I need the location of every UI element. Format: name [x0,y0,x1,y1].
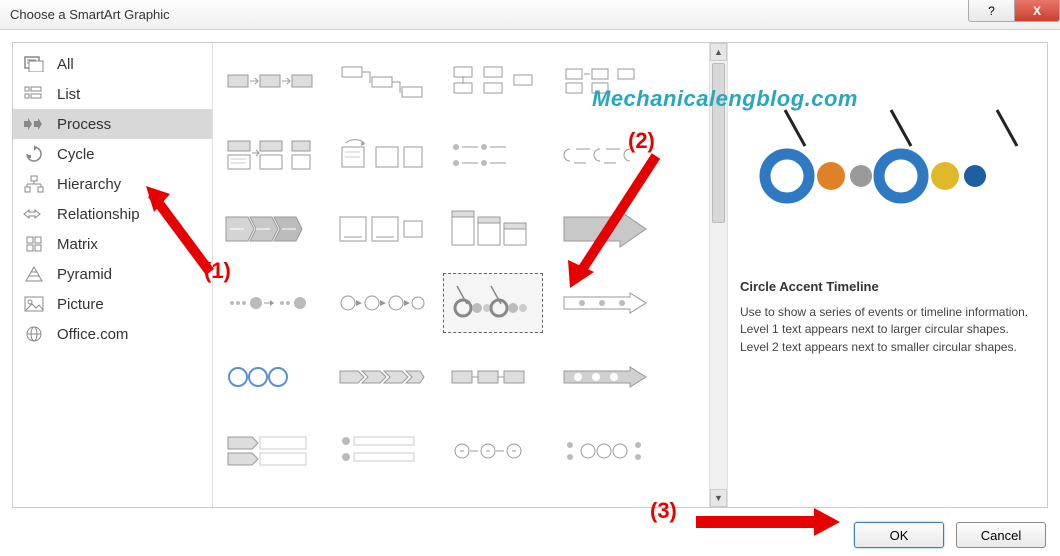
sidebar-item-relationship[interactable]: Relationship [13,199,212,229]
close-button[interactable]: X [1014,0,1060,22]
sidebar-item-all[interactable]: All [13,49,212,79]
preview-description: Use to show a series of events or timeli… [740,304,1035,356]
sidebar-item-label: Matrix [57,236,98,253]
hierarchy-icon [23,175,45,193]
pyramid-icon [23,265,45,283]
sidebar-item-officecom[interactable]: Office.com [13,319,212,349]
sidebar-item-label: Relationship [57,206,140,223]
sidebar-item-hierarchy[interactable]: Hierarchy [13,169,212,199]
cancel-button[interactable]: Cancel [956,522,1046,548]
gallery-item[interactable] [331,51,431,111]
sidebar-item-label: List [57,86,80,103]
sidebar-item-pyramid[interactable]: Pyramid [13,259,212,289]
sidebar-item-picture[interactable]: Picture [13,289,212,319]
gallery-item[interactable] [331,125,431,185]
titlebar-buttons: ? X [968,0,1060,29]
sidebar-item-label: Picture [57,296,104,313]
gallery-item[interactable] [555,273,655,333]
gallery-item[interactable] [219,347,319,407]
dialog-footer: OK Cancel [854,522,1046,548]
gallery-item[interactable] [443,125,543,185]
gallery-item[interactable] [555,199,655,259]
sidebar-item-label: Pyramid [57,266,112,283]
preview-graphic-icon [743,90,1033,230]
list-icon [23,85,45,103]
window-title: Choose a SmartArt Graphic [10,7,170,22]
annotation-arrow-3 [690,502,850,545]
ok-button[interactable]: OK [854,522,944,548]
gallery-item[interactable] [331,421,431,481]
gallery-item[interactable] [331,199,431,259]
gallery-item[interactable] [331,273,431,333]
gallery-item[interactable] [331,347,431,407]
gallery-item[interactable] [443,51,543,111]
relationship-icon [23,205,45,223]
gallery-item[interactable] [443,421,543,481]
gallery-item-selected[interactable] [443,273,543,333]
dialog-content: All List Process Cycle Hierarchy [12,42,1048,508]
preview-title: Circle Accent Timeline [740,279,1035,294]
picture-icon [23,295,45,313]
gallery-item[interactable] [555,421,655,481]
gallery-item[interactable] [219,199,319,259]
smartart-gallery: ▲ ▼ [213,43,727,507]
process-icon [23,115,45,133]
gallery-item[interactable] [219,421,319,481]
sidebar-item-list[interactable]: List [13,79,212,109]
sidebar-item-label: Hierarchy [57,176,121,193]
gallery-item[interactable] [555,51,655,111]
titlebar: Choose a SmartArt Graphic ? X [0,0,1060,30]
help-button[interactable]: ? [968,0,1014,22]
gallery-item[interactable] [219,125,319,185]
cycle-icon [23,145,45,163]
preview-panel: Circle Accent Timeline Use to show a ser… [727,43,1047,507]
category-sidebar: All List Process Cycle Hierarchy [13,43,213,507]
sidebar-item-cycle[interactable]: Cycle [13,139,212,169]
sidebar-item-label: All [57,56,74,73]
all-icon [23,55,45,73]
sidebar-item-label: Office.com [57,326,128,343]
sidebar-item-process[interactable]: Process [13,109,212,139]
globe-icon [23,325,45,343]
sidebar-item-label: Cycle [57,146,95,163]
scroll-down-arrow[interactable]: ▼ [710,489,727,507]
gallery-item[interactable] [219,51,319,111]
scroll-up-arrow[interactable]: ▲ [710,43,727,61]
gallery-item[interactable] [555,125,655,185]
preview-canvas [740,55,1035,265]
sidebar-item-label: Process [57,116,111,133]
gallery-item[interactable] [443,199,543,259]
scroll-thumb[interactable] [712,63,725,223]
gallery-item[interactable] [219,273,319,333]
gallery-item[interactable] [555,347,655,407]
gallery-item[interactable] [443,347,543,407]
sidebar-item-matrix[interactable]: Matrix [13,229,212,259]
gallery-scrollbar[interactable]: ▲ ▼ [709,43,727,507]
matrix-icon [23,235,45,253]
